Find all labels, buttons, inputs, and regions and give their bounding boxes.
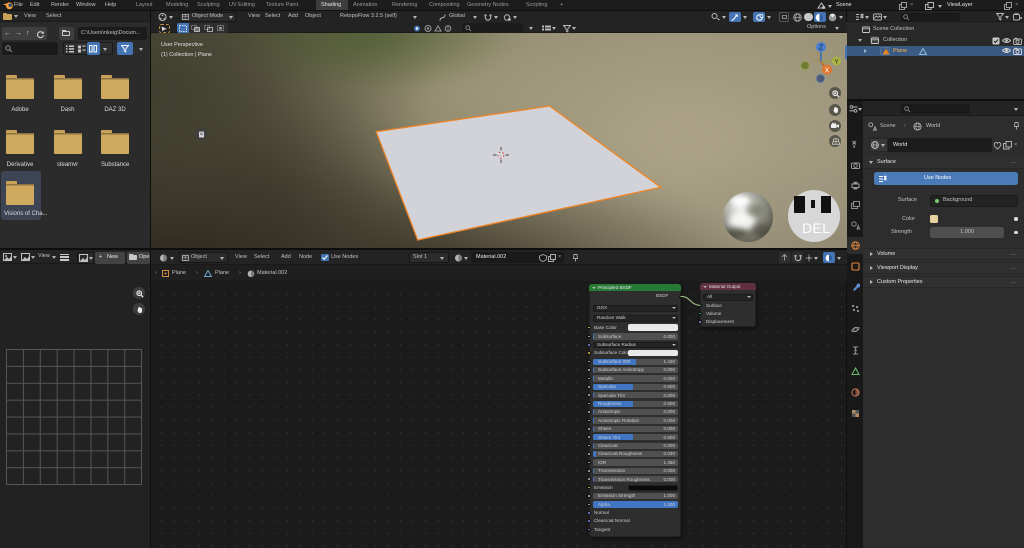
svg-text:X: X	[825, 67, 830, 74]
svg-text:Y: Y	[834, 59, 839, 66]
svg-text:Z: Z	[819, 45, 824, 52]
